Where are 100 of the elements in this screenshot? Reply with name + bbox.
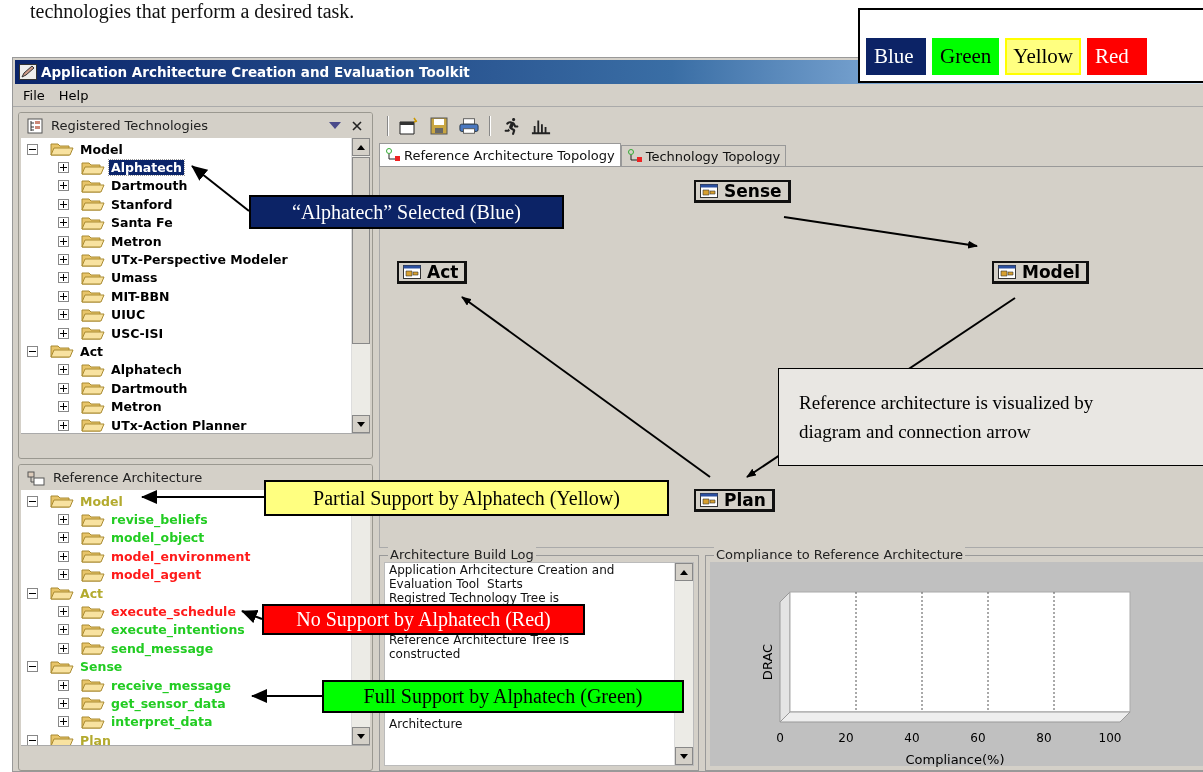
tree-item[interactable]: USC-ISI: [109, 325, 166, 341]
expand-toggle[interactable]: [58, 514, 69, 526]
panel-title: Registered Technologies: [51, 118, 210, 133]
tree-item[interactable]: Alphatech: [109, 160, 184, 176]
expand-toggle[interactable]: [58, 290, 69, 302]
dropdown-icon[interactable]: [328, 122, 342, 129]
folder-icon: [50, 733, 74, 745]
tree-item[interactable]: Alphatech: [109, 362, 184, 378]
tree-item[interactable]: Santa Fe: [109, 215, 175, 231]
expand-toggle[interactable]: [58, 382, 69, 394]
scroll-up-icon[interactable]: [680, 569, 688, 575]
expand-toggle[interactable]: [58, 624, 69, 636]
expand-toggle[interactable]: [58, 198, 69, 210]
expand-toggle[interactable]: [58, 606, 69, 618]
axis-title: Compliance(%): [905, 752, 1005, 767]
diagram-node[interactable]: Act: [397, 261, 468, 284]
folder-icon: [81, 289, 105, 304]
log-line: Application Arhcitecture Creation and Evaluation Tool Starts: [389, 563, 616, 591]
folder-icon: [81, 714, 105, 729]
expand-toggle[interactable]: [58, 419, 69, 431]
expand-toggle[interactable]: [58, 309, 69, 321]
expand-toggle[interactable]: [58, 642, 69, 654]
scroll-up-icon[interactable]: [357, 144, 365, 150]
panel-title: Reference Architecture: [53, 470, 204, 485]
expand-toggle[interactable]: [58, 217, 69, 229]
menu-item[interactable]: File: [19, 87, 49, 103]
tree-item[interactable]: Metron: [109, 233, 164, 249]
tree-item[interactable]: Umass: [109, 270, 160, 286]
folder-icon: [50, 586, 74, 601]
folder-icon: [50, 659, 74, 674]
tree-item[interactable]: Model: [78, 141, 125, 157]
scrollbar[interactable]: [674, 563, 693, 765]
expand-toggle[interactable]: [58, 180, 69, 192]
expand-toggle[interactable]: [58, 698, 69, 709]
log-line: Architecture: [389, 717, 464, 731]
expand-toggle[interactable]: [58, 550, 69, 562]
collapse-toggle[interactable]: [27, 661, 38, 673]
folder-icon: [81, 234, 105, 249]
folder-icon: [81, 512, 105, 527]
tree-item[interactable]: MIT-BBN: [109, 288, 172, 304]
group-title: Architecture Build Log: [388, 547, 536, 562]
expand-toggle[interactable]: [58, 401, 69, 413]
expand-toggle[interactable]: [58, 569, 69, 581]
callout-tooltip: “Alphatech” Selected (Blue): [249, 195, 564, 229]
tree-item[interactable]: Act: [78, 344, 106, 359]
folder-icon: [81, 307, 105, 322]
component-icon: [700, 493, 718, 507]
callout-tooltip: Partial Support by Alphatech (Yellow): [264, 480, 669, 516]
expand-toggle[interactable]: [58, 679, 69, 691]
expand-toggle[interactable]: [58, 716, 69, 728]
tree-item[interactable]: UTx-Perspective Modeler: [109, 252, 290, 268]
collapse-toggle[interactable]: [27, 495, 38, 507]
save-icon[interactable]: [429, 116, 449, 136]
scroll-down-icon[interactable]: [357, 421, 365, 427]
axis-title: DRAC: [760, 643, 775, 681]
diagram-node[interactable]: Plan: [694, 489, 775, 512]
tab[interactable]: Reference Architecture Topology: [379, 143, 621, 166]
folder-icon: [81, 549, 105, 564]
tick-label: 80: [1036, 731, 1052, 745]
expand-toggle[interactable]: [58, 272, 69, 284]
expand-toggle[interactable]: [58, 235, 69, 247]
tree-item[interactable]: execute_schedule: [109, 604, 238, 620]
tree-item[interactable]: Metron: [109, 399, 164, 415]
collapse-toggle[interactable]: [27, 143, 38, 155]
collapse-toggle[interactable]: [27, 734, 38, 745]
topology-icon: [385, 148, 401, 162]
tree-item[interactable]: Dartmouth: [109, 178, 190, 194]
collapse-toggle[interactable]: [27, 587, 38, 599]
pointer-arrow: [191, 165, 250, 212]
tree-item[interactable]: Dartmouth: [109, 380, 190, 396]
folder-icon: [81, 362, 105, 377]
topology-icon: [626, 149, 643, 163]
tab[interactable]: Technology Topology: [620, 145, 787, 166]
scroll-down-icon[interactable]: [680, 753, 688, 759]
folder-icon: [50, 494, 74, 509]
close-icon[interactable]: [350, 120, 364, 131]
diagram-node[interactable]: Sense: [694, 180, 791, 203]
folder-icon: [50, 344, 74, 359]
expand-toggle[interactable]: [58, 364, 69, 376]
scroll-down-icon[interactable]: [357, 733, 365, 739]
print-icon[interactable]: [459, 116, 479, 136]
tree-item[interactable]: model_environment: [109, 548, 253, 564]
expand-toggle[interactable]: [58, 327, 69, 339]
pencil-icon: [19, 64, 37, 80]
tree-item[interactable]: UTx-Action Planner: [109, 417, 249, 433]
pointer-arrow: [251, 689, 323, 703]
expand-toggle[interactable]: [58, 162, 69, 174]
log-line: Registred Technology Tree is: [389, 591, 560, 605]
expand-toggle[interactable]: [58, 532, 69, 544]
folder-icon: [81, 178, 105, 193]
collapse-toggle[interactable]: [27, 346, 38, 357]
tree-item[interactable]: UIUC: [109, 307, 148, 323]
expand-toggle[interactable]: [58, 254, 69, 266]
tree-item[interactable]: Stanford: [109, 196, 175, 212]
new-file-icon[interactable]: [399, 116, 419, 136]
folder-icon: [81, 696, 105, 711]
diagram-node[interactable]: Model: [992, 261, 1090, 284]
tree-item[interactable]: model_agent: [109, 567, 204, 583]
menu-item[interactable]: Help: [54, 87, 93, 103]
folder-icon: [81, 641, 105, 656]
